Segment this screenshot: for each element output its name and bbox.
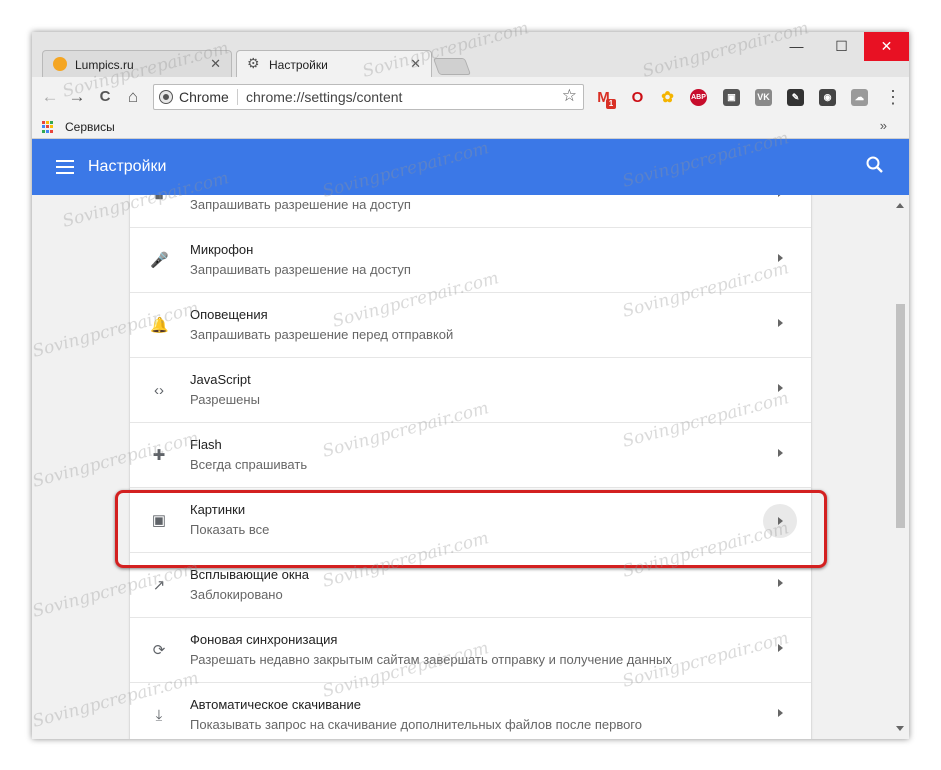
camera-icon: ■: [154, 195, 164, 204]
row-subtitle: Разрешать недавно закрытым сайтам заверш…: [190, 652, 672, 667]
settings-header: Настройки: [32, 139, 909, 195]
chevron-right-icon[interactable]: [778, 449, 783, 457]
orange-circle-icon: [53, 57, 67, 71]
scroll-up-icon[interactable]: [896, 203, 904, 208]
film-icon[interactable]: ▣: [723, 89, 740, 106]
chevron-right-icon[interactable]: [778, 709, 783, 717]
row-title: Автоматическое скачивание: [190, 697, 361, 712]
cloud-icon[interactable]: ☁: [851, 89, 868, 106]
opera-icon[interactable]: O: [629, 89, 646, 106]
settings-row[interactable]: ✚ Flash Всегда спрашивать: [130, 423, 811, 488]
settings-row[interactable]: ⟳ Фоновая синхронизация Разрешать недавно …: [130, 618, 811, 683]
row-title: Оповещения: [190, 307, 268, 322]
paw-icon[interactable]: ✿: [659, 89, 676, 106]
row-title: Всплывающие окна: [190, 567, 310, 582]
new-tab-button[interactable]: [432, 58, 472, 75]
forward-button[interactable]: →: [66, 86, 88, 108]
row-subtitle: Запрашивать разрешение на доступ: [190, 197, 411, 212]
omnibox-separator: [237, 89, 238, 105]
chrome-icon: [160, 91, 172, 103]
settings-row[interactable]: ⤓ Автоматическое скачивание Показывать зап…: [130, 683, 811, 739]
abp-icon[interactable]: ABP: [690, 89, 707, 106]
chevron-right-icon[interactable]: [778, 254, 783, 262]
settings-row[interactable]: ■КамераЗапрашивать разрешение на доступ: [130, 195, 811, 228]
puzzle-icon: ✚: [152, 447, 166, 464]
browser-toolbar: ← → C ⌂ Chrome chrome://settings/content…: [32, 77, 909, 117]
row-title: Фоновая синхронизация: [190, 632, 338, 647]
scrollbar[interactable]: [892, 195, 909, 739]
reload-button[interactable]: C: [94, 86, 116, 108]
settings-row[interactable]: 🔔 Оповещения Запрашивать разрешение перед …: [130, 293, 811, 358]
chevron-right-icon[interactable]: [778, 319, 783, 327]
bookmarks-more-button[interactable]: »: [880, 118, 887, 133]
row-title: Микрофон: [190, 242, 254, 257]
menu-icon[interactable]: ⋮: [884, 86, 902, 108]
row-subtitle: Показывать запрос на скачивание дополнит…: [190, 717, 642, 732]
pen-icon[interactable]: ✎: [787, 89, 804, 106]
back-button[interactable]: ←: [39, 86, 61, 108]
row-title: Flash: [190, 437, 222, 452]
tab-close-icon[interactable]: ✕: [410, 56, 421, 72]
settings-row[interactable]: ‹› JavaScript Разрешены: [130, 358, 811, 423]
browser-window: Lumpics.ru ✕ ⚙ Настройки ✕ — ☐ ✕ ← → C ⌂…: [32, 32, 909, 739]
page-title: Настройки: [88, 158, 167, 175]
highlight-frame: [115, 490, 827, 568]
minimize-button[interactable]: —: [774, 32, 819, 61]
row-subtitle: Разрешены: [190, 392, 260, 407]
code-icon: ‹›: [154, 382, 164, 399]
eye-icon[interactable]: ◉: [819, 89, 836, 106]
close-window-button[interactable]: ✕: [864, 32, 909, 61]
tab-lumpics[interactable]: Lumpics.ru ✕: [42, 50, 232, 77]
apps-icon[interactable]: [42, 121, 54, 133]
maximize-button[interactable]: ☐: [819, 32, 864, 61]
tab-close-icon[interactable]: ✕: [210, 56, 221, 72]
row-title: JavaScript: [190, 372, 251, 387]
row-subtitle: Запрашивать разрешение перед отправкой: [190, 327, 454, 342]
row-subtitle: Запрашивать разрешение на доступ: [190, 262, 411, 277]
microphone-icon: 🎤: [150, 252, 169, 269]
chevron-right-icon[interactable]: [778, 644, 783, 652]
tab-strip: Lumpics.ru ✕ ⚙ Настройки ✕ — ☐ ✕: [32, 32, 909, 77]
address-bar[interactable]: Chrome chrome://settings/content ☆: [153, 84, 584, 110]
search-icon[interactable]: [865, 155, 885, 175]
chevron-right-icon[interactable]: [778, 579, 783, 587]
chevron-right-icon[interactable]: [778, 195, 783, 197]
scroll-down-icon[interactable]: [896, 726, 904, 731]
settings-content: ■КамераЗапрашивать разрешение на доступ🎤…: [32, 195, 909, 739]
tab-title: Настройки: [269, 58, 328, 72]
tab-title: Lumpics.ru: [75, 58, 134, 72]
sync-icon: ⟳: [152, 642, 166, 659]
home-button[interactable]: ⌂: [122, 86, 144, 108]
url-text[interactable]: chrome://settings/content: [246, 89, 402, 105]
chevron-right-icon[interactable]: [778, 384, 783, 392]
bookmarks-bar: Сервисы »: [32, 117, 909, 139]
bookmark-star-icon[interactable]: ☆: [562, 86, 577, 106]
hamburger-menu-icon[interactable]: [56, 160, 74, 174]
site-label: Chrome: [179, 89, 229, 105]
row-subtitle: Заблокировано: [190, 587, 283, 602]
settings-row[interactable]: 🎤 Микрофон Запрашивать разрешение на досту…: [130, 228, 811, 293]
gmail-badge: 1: [606, 99, 616, 109]
content-settings-card: ■КамераЗапрашивать разрешение на доступ🎤…: [130, 195, 811, 739]
tab-settings[interactable]: ⚙ Настройки ✕: [236, 50, 432, 77]
scrollbar-thumb[interactable]: [896, 304, 905, 528]
download-icon: ⤓: [155, 707, 163, 724]
apps-label[interactable]: Сервисы: [65, 120, 115, 134]
row-subtitle: Всегда спрашивать: [190, 457, 308, 472]
vk-icon[interactable]: VK: [755, 89, 772, 106]
open-in-new-icon: ↗: [152, 577, 166, 594]
bell-icon: 🔔: [150, 317, 169, 334]
gear-icon: ⚙: [247, 55, 260, 71]
